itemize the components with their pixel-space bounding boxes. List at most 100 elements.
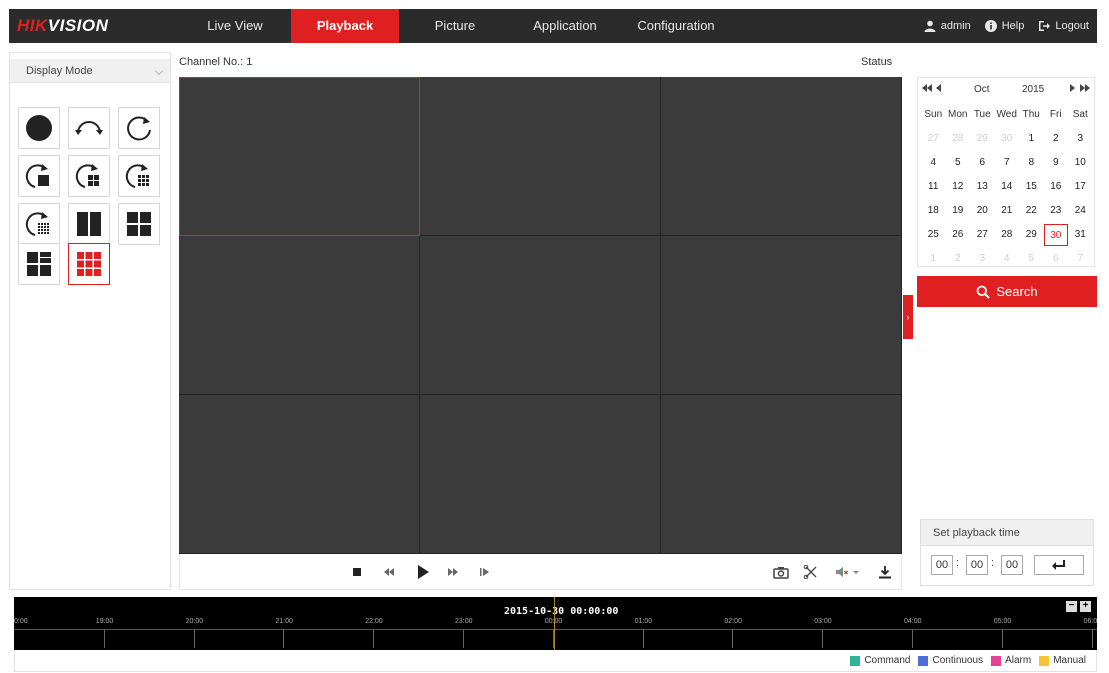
calendar-day[interactable]: 23 [1044,200,1069,222]
calendar-day[interactable]: 3 [970,248,995,270]
calendar-day[interactable]: 3 [1068,128,1093,150]
zoom-out-button[interactable]: − [1066,601,1077,612]
calendar-day[interactable]: 20 [970,200,995,222]
legend-label: Continuous [932,655,984,666]
search-button[interactable]: Search [917,276,1097,307]
mode-single-circle-button[interactable] [18,107,60,149]
mode-four-grid-button[interactable] [118,203,160,245]
video-window-2[interactable] [420,77,661,236]
calendar-day[interactable]: 4 [995,248,1020,270]
fast-forward-button[interactable] [444,564,462,580]
nav-picture[interactable]: Picture [403,9,507,43]
calendar-day[interactable]: 28 [995,224,1020,246]
calendar-day[interactable]: 27 [970,224,995,246]
mode-refresh-button[interactable] [118,107,160,149]
calendar-day[interactable]: 18 [921,200,946,222]
mode-nine-grid-button[interactable] [68,243,110,285]
calendar-day[interactable]: 21 [995,200,1020,222]
mode-refresh-2x2-button[interactable] [68,155,110,197]
calendar-day[interactable]: 31 [1068,224,1093,246]
calendar-day[interactable]: 19 [946,200,971,222]
timeline-tick [463,629,464,648]
prev-month-button[interactable] [936,84,941,95]
video-window-3[interactable] [661,77,902,236]
second-input[interactable]: 00 [1001,555,1023,575]
calendar-day[interactable]: 7 [1068,248,1093,270]
next-month-button[interactable] [1070,84,1075,95]
hour-input[interactable]: 00 [931,555,953,575]
prev-year-button[interactable] [922,84,932,95]
slow-forward-button[interactable] [380,564,398,580]
calendar-day[interactable]: 10 [1068,152,1093,174]
mode-refresh-3x3-button[interactable] [118,155,160,197]
help-link[interactable]: Help [984,20,1024,32]
calendar-day[interactable]: 6 [1044,248,1069,270]
calendar-day[interactable]: 7 [995,152,1020,174]
nav-live-view[interactable]: Live View [183,9,287,43]
download-button[interactable] [876,564,894,580]
calendar-day[interactable]: 4 [921,152,946,174]
calendar-day[interactable]: 12 [946,176,971,198]
calendar-day[interactable]: 29 [970,128,995,150]
nav-playback[interactable]: Playback [291,9,399,43]
logout-link[interactable]: Logout [1038,20,1089,32]
calendar-day[interactable]: 25 [921,224,946,246]
calendar-day[interactable]: 30 [995,128,1020,150]
calendar-day[interactable]: 17 [1068,176,1093,198]
calendar-day[interactable]: 2 [946,248,971,270]
chevron-down-icon [154,66,164,76]
clip-button[interactable] [802,564,820,580]
single-frame-button[interactable] [476,564,494,580]
calendar-day[interactable]: 8 [1019,152,1044,174]
calendar-day[interactable]: 11 [921,176,946,198]
stop-button[interactable] [348,564,366,580]
video-window-4[interactable] [179,236,420,395]
calendar-day[interactable]: 29 [1019,224,1044,246]
weekday-header: Sat [1072,109,1088,120]
video-window-7[interactable] [179,395,420,554]
calendar-day[interactable]: 15 [1019,176,1044,198]
calendar-day[interactable]: 27 [921,128,946,150]
video-window-5[interactable] [420,236,661,395]
audio-button[interactable] [834,564,862,580]
video-window-1[interactable] [179,77,420,236]
minute-input[interactable]: 00 [966,555,988,575]
calendar-day[interactable]: 16 [1044,176,1069,198]
calendar-day[interactable]: 5 [1019,248,1044,270]
timeline-bar[interactable]: 2015-10-30 00:00:00 − + 0:00 19:00 20:00 21… [14,597,1097,650]
nav-application[interactable]: Application [511,9,619,43]
mode-mixed-grid-button[interactable] [18,243,60,285]
calendar-day[interactable]: 24 [1068,200,1093,222]
calendar-day-selected[interactable]: 30 [1043,224,1068,246]
calendar-year[interactable]: 2015 [1022,84,1044,95]
apply-time-button[interactable] [1034,555,1084,575]
display-mode-dropdown[interactable]: Display Mode [10,59,170,83]
video-window-8[interactable] [420,395,661,554]
calendar-day[interactable]: 1 [1019,128,1044,150]
video-window-6[interactable] [661,236,902,395]
zoom-in-button[interactable]: + [1080,601,1091,612]
calendar-day[interactable]: 2 [1044,128,1069,150]
collapse-panel-tab[interactable]: › [903,295,913,339]
calendar-day[interactable]: 6 [970,152,995,174]
play-button[interactable] [414,564,432,580]
calendar-day[interactable]: 13 [970,176,995,198]
calendar-day[interactable]: 22 [1019,200,1044,222]
calendar-day[interactable]: 26 [946,224,971,246]
calendar-day[interactable]: 5 [946,152,971,174]
video-window-9[interactable] [661,395,902,554]
calendar-month[interactable]: Oct [974,84,990,95]
calendar-day[interactable]: 9 [1044,152,1069,174]
next-year-button[interactable] [1080,84,1090,95]
capture-button[interactable] [772,564,790,580]
calendar-day[interactable]: 14 [995,176,1020,198]
nav-configuration[interactable]: Configuration [623,9,729,43]
timeline-hour-label: 20:00 [185,618,204,625]
calendar-day[interactable]: 1 [921,248,946,270]
mode-arc-arrow-button[interactable] [68,107,110,149]
mode-two-column-button[interactable] [68,203,110,245]
calendar-day[interactable]: 28 [946,128,971,150]
user-menu[interactable]: admin [924,20,971,32]
mode-refresh-1x1-button[interactable] [18,155,60,197]
mode-refresh-4x4-button[interactable] [18,203,60,245]
